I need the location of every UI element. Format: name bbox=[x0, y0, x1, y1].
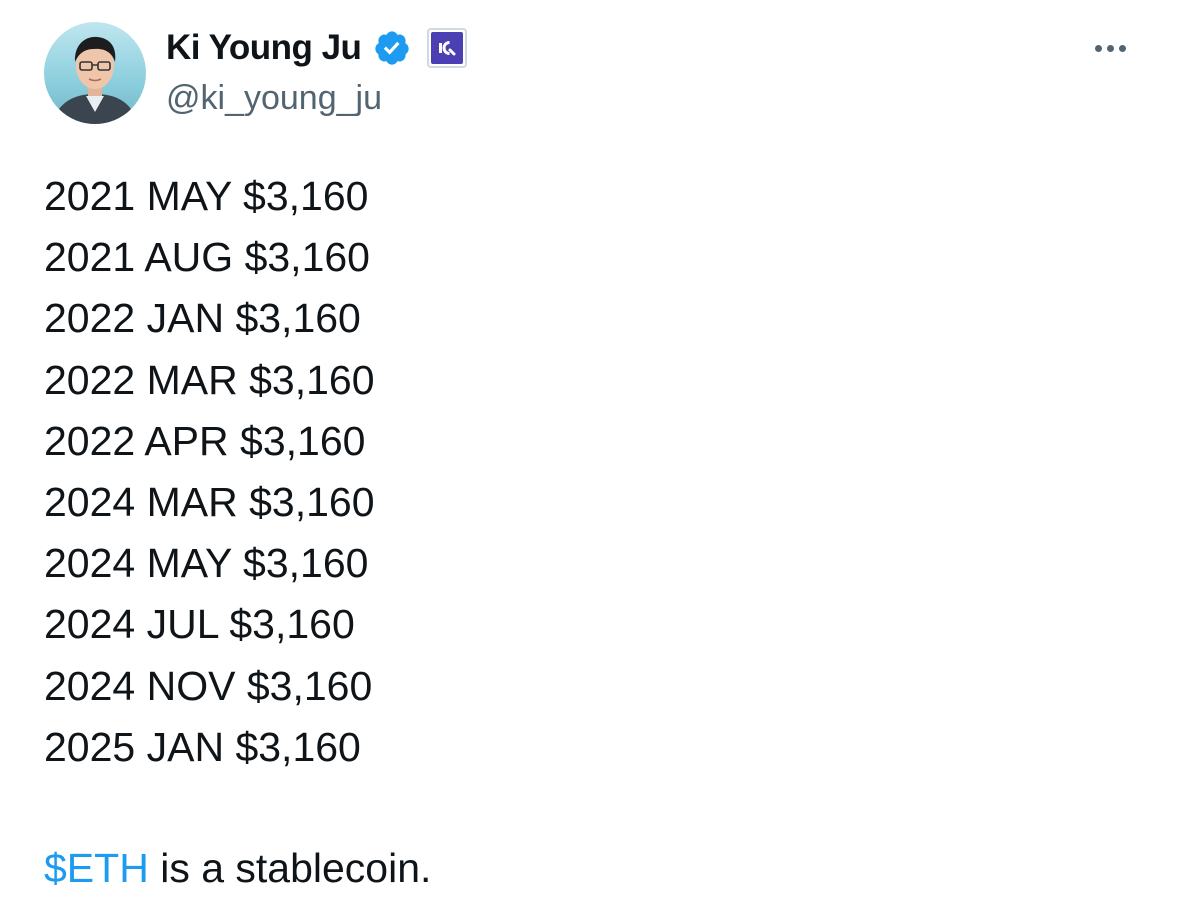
verified-badge-icon[interactable] bbox=[373, 29, 411, 67]
price-line: 2021 AUG $3,160 bbox=[44, 234, 370, 281]
price-line: 2024 JUL $3,160 bbox=[44, 601, 355, 648]
avatar-photo bbox=[52, 36, 138, 124]
eth-cashtag-link[interactable]: $ETH bbox=[44, 845, 149, 891]
author-name-row: Ki Young Ju bbox=[166, 24, 468, 72]
closing-text: is a stablecoin. bbox=[148, 845, 432, 891]
cryptoquant-logo-icon bbox=[439, 41, 456, 56]
avatar[interactable] bbox=[44, 22, 146, 124]
tweet-closing-line: $ETH is a stablecoin. bbox=[44, 838, 431, 899]
price-line: 2024 MAR $3,160 bbox=[44, 479, 375, 526]
price-line: 2024 MAY $3,160 bbox=[44, 540, 369, 587]
tweet: Ki Young Ju @ki_young_ju 2021 MAY $3,160… bbox=[0, 0, 1179, 914]
author-display-name[interactable]: Ki Young Ju bbox=[166, 24, 362, 72]
price-line: 2021 MAY $3,160 bbox=[44, 173, 369, 219]
author-handle[interactable]: @ki_young_ju bbox=[166, 76, 382, 120]
more-horizontal-icon bbox=[1094, 44, 1102, 52]
tweet-body: 2021 MAY $3,160 2021 AUG $3,160 2022 JAN… bbox=[44, 166, 1144, 778]
more-options-button[interactable] bbox=[1086, 30, 1134, 66]
affiliate-badge-icon[interactable] bbox=[427, 28, 468, 68]
price-line: 2022 JAN $3,160 bbox=[44, 295, 361, 342]
price-line: 2022 MAR $3,160 bbox=[44, 356, 375, 403]
price-line: 2025 JAN $3,160 bbox=[44, 723, 361, 770]
price-line: 2024 NOV $3,160 bbox=[44, 662, 373, 709]
price-line: 2022 APR $3,160 bbox=[44, 417, 366, 464]
